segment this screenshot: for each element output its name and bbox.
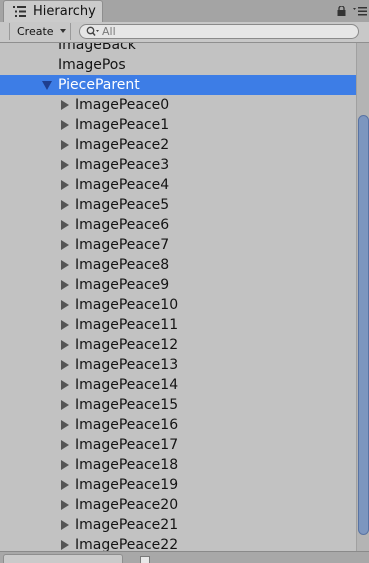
tab-hierarchy[interactable]: Hierarchy (3, 0, 103, 22)
foldout-collapsed-icon[interactable] (61, 520, 69, 530)
foldout-collapsed-icon[interactable] (61, 160, 69, 170)
search-field[interactable] (79, 24, 359, 39)
hierarchy-row-label: ImagePeace0 (75, 97, 170, 113)
vertical-scrollbar[interactable] (356, 43, 369, 551)
hierarchy-row-label: ImagePeace13 (75, 357, 179, 373)
foldout-collapsed-icon[interactable] (61, 220, 69, 230)
hierarchy-row[interactable]: ImagePeace21 (0, 515, 356, 535)
foldout-collapsed-icon[interactable] (61, 100, 69, 110)
scrollbar-thumb[interactable] (358, 115, 369, 535)
hierarchy-row-label: PieceParent (58, 77, 140, 93)
bottom-panel-strip (0, 551, 369, 563)
search-input[interactable] (102, 25, 342, 38)
hierarchy-row-label: ImagePeace10 (75, 297, 179, 313)
foldout-collapsed-icon[interactable] (61, 360, 69, 370)
hierarchy-row-label: ImagePeace22 (75, 537, 179, 551)
hierarchy-row-label: ImagePeace9 (75, 277, 170, 293)
hierarchy-row-label: ImagePeace12 (75, 337, 179, 353)
foldout-collapsed-icon[interactable] (61, 300, 69, 310)
panel-menu-icon[interactable] (353, 6, 367, 16)
foldout-collapsed-icon[interactable] (61, 260, 69, 270)
create-dropdown-button[interactable]: Create (9, 23, 71, 40)
hierarchy-row-label: ImagePeace4 (75, 177, 170, 193)
hierarchy-row-label: ImagePos (58, 57, 126, 73)
hierarchy-list-icon (13, 6, 26, 17)
foldout-collapsed-icon[interactable] (61, 420, 69, 430)
hierarchy-row[interactable]: ImagePeace18 (0, 455, 356, 475)
foldout-collapsed-icon[interactable] (61, 460, 69, 470)
foldout-collapsed-icon[interactable] (61, 280, 69, 290)
foldout-collapsed-icon[interactable] (61, 180, 69, 190)
hierarchy-row-label: ImagePeace3 (75, 157, 170, 173)
hierarchy-row-label: ImageBack (58, 43, 136, 53)
hierarchy-row[interactable]: ImagePeace20 (0, 495, 356, 515)
search-icon[interactable] (86, 26, 100, 37)
foldout-expanded-icon[interactable] (42, 81, 52, 90)
hierarchy-row[interactable]: ImagePeace6 (0, 215, 356, 235)
foldout-collapsed-icon[interactable] (61, 320, 69, 330)
toolbar: Create (0, 22, 369, 43)
hierarchy-row-label: ImagePeace21 (75, 517, 179, 533)
hierarchy-row[interactable]: ImagePeace12 (0, 335, 356, 355)
foldout-collapsed-icon[interactable] (61, 380, 69, 390)
hierarchy-row-label: ImagePeace6 (75, 217, 170, 233)
foldout-collapsed-icon[interactable] (61, 140, 69, 150)
hierarchy-row-label: ImagePeace5 (75, 197, 170, 213)
hierarchy-row[interactable]: ImagePeace4 (0, 175, 356, 195)
hierarchy-row-label: ImagePeace1 (75, 117, 170, 133)
foldout-collapsed-icon[interactable] (61, 340, 69, 350)
hierarchy-row[interactable]: ImagePeace1 (0, 115, 356, 135)
hierarchy-row-label: ImagePeace8 (75, 257, 170, 273)
hierarchy-row-label: ImagePeace18 (75, 457, 179, 473)
create-button-label: Create (17, 25, 54, 38)
hierarchy-row[interactable]: ImagePeace11 (0, 315, 356, 335)
foldout-collapsed-icon[interactable] (61, 240, 69, 250)
hierarchy-row-label: ImagePeace17 (75, 437, 179, 453)
hierarchy-row-label: ImagePeace19 (75, 477, 179, 493)
hierarchy-row[interactable]: ImagePeace14 (0, 375, 356, 395)
tab-label: Hierarchy (33, 4, 96, 19)
hierarchy-row-label: ImagePeace14 (75, 377, 179, 393)
hierarchy-row[interactable]: ImageBack (0, 43, 356, 55)
hierarchy-row-label: ImagePeace15 (75, 397, 179, 413)
foldout-collapsed-icon[interactable] (61, 480, 69, 490)
hierarchy-row[interactable]: ImagePeace7 (0, 235, 356, 255)
hierarchy-tree: ImageBack ImagePos PieceParent ImagePeace0 I… (0, 43, 356, 551)
foldout-collapsed-icon[interactable] (61, 200, 69, 210)
foldout-collapsed-icon[interactable] (61, 500, 69, 510)
hierarchy-row[interactable]: ImagePeace16 (0, 415, 356, 435)
foldout-collapsed-icon[interactable] (61, 400, 69, 410)
hierarchy-row[interactable]: ImagePeace0 (0, 95, 356, 115)
hierarchy-row[interactable]: ImagePeace3 (0, 155, 356, 175)
foldout-collapsed-icon[interactable] (61, 440, 69, 450)
hierarchy-row[interactable]: PieceParent (0, 75, 356, 95)
hierarchy-row[interactable]: ImagePeace22 (0, 535, 356, 551)
hierarchy-row[interactable]: ImagePeace19 (0, 475, 356, 495)
hierarchy-row[interactable]: ImagePos (0, 55, 356, 75)
dropdown-arrow-icon (60, 29, 66, 33)
hierarchy-row[interactable]: ImagePeace10 (0, 295, 356, 315)
hierarchy-row-label: ImagePeace7 (75, 237, 170, 253)
bottom-checkbox[interactable] (140, 556, 150, 563)
hierarchy-row-label: ImagePeace2 (75, 137, 170, 153)
hierarchy-window: Hierarchy Create ImageBackImagePosPiece (0, 0, 369, 563)
hierarchy-row[interactable]: ImagePeace9 (0, 275, 356, 295)
hierarchy-row[interactable]: ImagePeace2 (0, 135, 356, 155)
bottom-panel-tab[interactable] (3, 554, 123, 563)
hierarchy-row-label: ImagePeace20 (75, 497, 179, 513)
hierarchy-row[interactable]: ImagePeace17 (0, 435, 356, 455)
hierarchy-row[interactable]: ImagePeace8 (0, 255, 356, 275)
hierarchy-row[interactable]: ImagePeace13 (0, 355, 356, 375)
hierarchy-row-label: ImagePeace16 (75, 417, 179, 433)
lock-icon[interactable] (337, 6, 346, 16)
foldout-collapsed-icon[interactable] (61, 540, 69, 550)
tab-strip: Hierarchy (0, 0, 369, 23)
hierarchy-row[interactable]: ImagePeace5 (0, 195, 356, 215)
hierarchy-row[interactable]: ImagePeace15 (0, 395, 356, 415)
foldout-collapsed-icon[interactable] (61, 120, 69, 130)
hierarchy-row-label: ImagePeace11 (75, 317, 179, 333)
